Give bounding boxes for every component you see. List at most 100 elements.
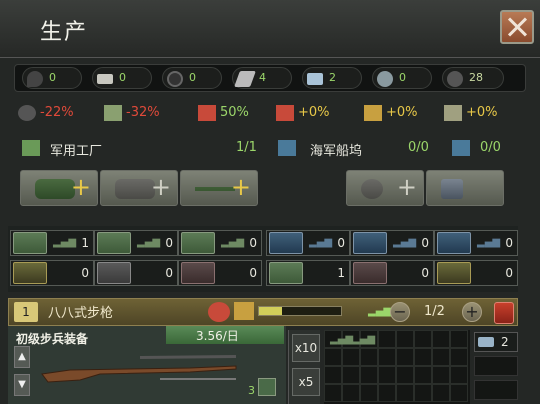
equipment-transport[interactable]: ▂▄▆ 0 (434, 230, 518, 256)
daily-output: 3.56/日 (196, 329, 239, 343)
motorized-icon (97, 232, 131, 254)
line-name: 八八式步枪 (48, 306, 114, 321)
factory-slot (396, 330, 414, 348)
naval-dockyard-icon (278, 140, 296, 156)
resource-steel[interactable]: 2 (302, 67, 362, 89)
equipment-value: 0 (421, 266, 429, 280)
factory-slot (324, 366, 342, 384)
equipment-value: 0 (337, 236, 345, 250)
modifier-value: -32% (126, 105, 160, 120)
resource-fuel[interactable]: 28 (442, 67, 504, 89)
factory-slot (396, 384, 414, 402)
resource-value: 0 (119, 71, 126, 84)
equipment-upgrade[interactable]: 0 (434, 260, 518, 286)
equipment-value: 0 (421, 236, 429, 250)
resource-value: 2 (329, 71, 336, 84)
equipment-radar[interactable]: 0 (94, 260, 178, 286)
factory-slot (432, 384, 450, 402)
equipment-motorized[interactable]: ▂▄▆ 0 (94, 230, 178, 256)
equipment-fighter[interactable]: ▂▄▆ 0 (178, 230, 262, 256)
factory-slot (432, 330, 450, 348)
factory-slot (342, 366, 360, 384)
window-title: 生产 (40, 20, 89, 45)
move-down-button[interactable]: ▼ (14, 374, 30, 396)
factory-slot (414, 366, 432, 384)
factory-slot (360, 384, 378, 402)
resource-tungsten[interactable]: 4 (232, 67, 292, 89)
bars-icon: ▂▄▆ (393, 237, 417, 248)
factory-slot (360, 348, 378, 366)
factory-output-icon (198, 105, 216, 121)
increase-factories-button[interactable]: + (462, 302, 482, 322)
bars-icon: ▂▄▆ (330, 334, 354, 345)
equipment-value: 1 (81, 236, 89, 250)
resource-rubber[interactable]: 0 (162, 67, 222, 89)
required-resource: 2 (474, 332, 518, 352)
production-cost-icon (444, 105, 462, 121)
upgrade-icon (437, 262, 471, 284)
ship-disabled-icon (361, 179, 383, 199)
factory-slot (324, 348, 342, 366)
anchor-wrench-icon (441, 179, 463, 199)
resource-aluminium[interactable]: 0 (92, 67, 152, 89)
naval-dockyard-count: 0/0 (408, 140, 429, 155)
move-up-button[interactable]: ▲ (14, 346, 30, 368)
add-infantry-button[interactable]: + (20, 170, 98, 206)
close-button[interactable] (500, 10, 534, 44)
equipment-anchor[interactable]: ▂▄▆ 0 (350, 230, 434, 256)
fuel-gauge-icon (447, 71, 463, 87)
modifier-value: -22% (40, 105, 74, 120)
factory-slot (342, 384, 360, 402)
modifier-value: +0% (386, 105, 418, 120)
equipment-value: 0 (165, 236, 173, 250)
steel-icon (478, 337, 494, 347)
plus-icon: + (150, 173, 171, 201)
factory-slot (324, 384, 342, 402)
resource-value: 4 (259, 71, 266, 84)
fuel-modifier-icon (18, 105, 36, 121)
resource-chromium[interactable]: 0 (372, 67, 432, 89)
factory-slot (378, 330, 396, 348)
resource-oil[interactable]: 0 (22, 67, 82, 89)
times-10-button[interactable]: x10 (292, 334, 320, 362)
radar-icon (97, 262, 131, 284)
add-aircraft-button[interactable]: + (180, 170, 258, 206)
factory-slot (396, 348, 414, 366)
add-ship-button[interactable]: + (346, 170, 424, 206)
modifier-value: +0% (466, 105, 498, 120)
equipment-arrow-up[interactable]: 0 (178, 260, 262, 286)
equipment-support[interactable]: 0 (10, 260, 94, 286)
equipment-infantry[interactable]: ▂▄▆ 1 (10, 230, 94, 256)
resource-value: 0 (399, 71, 406, 84)
times-5-button[interactable]: x5 (292, 368, 320, 396)
factory-slot (432, 348, 450, 366)
efficiency-icon (234, 302, 254, 320)
resource-slot (474, 356, 518, 376)
equipment-medical[interactable]: 0 (350, 260, 434, 286)
equipment-value: 0 (165, 266, 173, 280)
repair-ship-button[interactable] (426, 170, 504, 206)
equipment-value: 0 (505, 266, 513, 280)
medical-icon (353, 262, 387, 284)
equipment-naval-bomber[interactable]: ▂▄▆ 0 (266, 230, 350, 256)
equipment-depot[interactable]: 1 (266, 260, 350, 286)
bars-icon: ▂▄▆ (368, 306, 392, 317)
plus-icon: + (230, 173, 251, 201)
chromium-icon (377, 71, 393, 87)
modifier-value: 50% (220, 105, 249, 120)
factory-icon (258, 378, 276, 396)
repair-dockyard-icon (452, 140, 470, 156)
depot-icon (269, 262, 303, 284)
line-priority[interactable]: 1 (14, 302, 38, 322)
military-factory-label: 军用工厂 (50, 144, 103, 159)
arrow-up-icon (181, 262, 215, 284)
factory-slot (360, 366, 378, 384)
fighter-icon (181, 232, 215, 254)
add-armor-button[interactable]: + (100, 170, 178, 206)
delete-line-button[interactable] (494, 302, 514, 324)
warning-gear-icon[interactable] (208, 302, 230, 322)
decrease-factories-button[interactable]: − (390, 302, 410, 322)
armor-disabled-icon (115, 179, 155, 199)
anchor-icon (353, 232, 387, 254)
bars-icon: ▂▄▆ (477, 237, 501, 248)
